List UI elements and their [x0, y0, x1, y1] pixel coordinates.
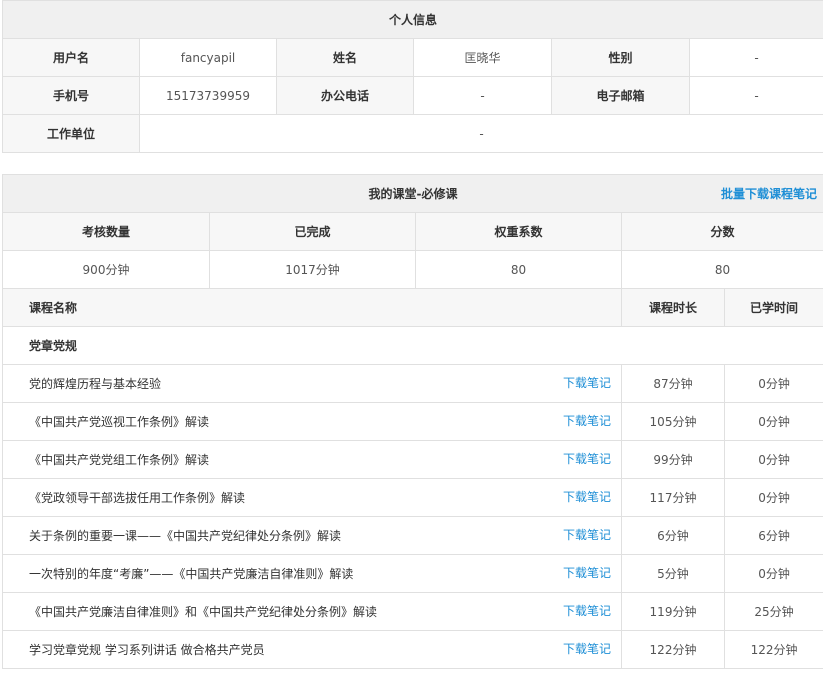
course-name: 学习党章党规 学习系列讲话 做合格共产党员 [29, 643, 265, 657]
course-section-header: 我的课堂-必修课 批量下载课程笔记 [1, 174, 823, 213]
stat-header-required: 考核数量 [2, 212, 210, 251]
course-row: 《党政领导干部选拔任用工作条例》解读 下载笔记 117分钟 0分钟 [2, 478, 823, 517]
download-notes-link[interactable]: 下载笔记 [563, 593, 611, 629]
course-learned: 25分钟 [723, 592, 823, 631]
email-label: 电子邮箱 [551, 76, 690, 115]
course-row: 《中国共产党党组工作条例》解读 下载笔记 99分钟 0分钟 [2, 440, 823, 479]
category-row: 党章党规 [1, 326, 823, 365]
course-duration: 105分钟 [621, 402, 725, 441]
stat-value-score: 80 [620, 250, 823, 289]
course-learned: 0分钟 [723, 478, 823, 517]
phone-label: 手机号 [2, 76, 140, 115]
course-row: 学习党章党规 学习系列讲话 做合格共产党员 下载笔记 122分钟 122分钟 [2, 630, 823, 669]
required-course-table: 我的课堂-必修课 批量下载课程笔记 考核数量 已完成 权重系数 分数 900分钟… [1, 174, 823, 669]
download-notes-link[interactable]: 下载笔记 [563, 631, 611, 667]
course-name-cell: 《中国共产党党组工作条例》解读 下载笔记 [2, 440, 622, 479]
course-name-cell: 《中国共产党廉洁自律准则》和《中国共产党纪律处分条例》解读 下载笔记 [2, 592, 622, 631]
col-header-duration: 课程时长 [621, 288, 725, 327]
course-duration: 117分钟 [621, 478, 725, 517]
course-learned: 0分钟 [723, 364, 823, 403]
personal-info-table: 个人信息 用户名 fancyapil 姓名 匡晓华 性别 - 手机号 15173… [1, 0, 823, 153]
username-label: 用户名 [2, 38, 140, 77]
course-duration: 6分钟 [621, 516, 725, 555]
gender-value: - [688, 38, 823, 77]
course-name-cell: 《中国共产党巡视工作条例》解读 下载笔记 [2, 402, 622, 441]
course-name-cell: 党的辉煌历程与基本经验 下载笔记 [2, 364, 622, 403]
gender-label: 性别 [551, 38, 690, 77]
course-row: 党的辉煌历程与基本经验 下载笔记 87分钟 0分钟 [2, 364, 823, 403]
course-name-cell: 关于条例的重要一课——《中国共产党纪律处分条例》解读 下载笔记 [2, 516, 622, 555]
course-row: 一次特别的年度“考廉”——《中国共产党廉洁自律准则》解读 下载笔记 5分钟 0分钟 [2, 554, 823, 593]
course-name-cell: 学习党章党规 学习系列讲话 做合格共产党员 下载笔记 [2, 630, 622, 669]
download-notes-link[interactable]: 下载笔记 [563, 403, 611, 439]
name-label: 姓名 [276, 38, 414, 77]
course-row: 《中国共产党廉洁自律准则》和《中国共产党纪律处分条例》解读 下载笔记 119分钟 25… [2, 592, 823, 631]
col-header-learned: 已学时间 [723, 288, 823, 327]
course-learned: 0分钟 [723, 402, 823, 441]
course-learned: 122分钟 [723, 630, 823, 669]
course-learned: 0分钟 [723, 554, 823, 593]
stat-value-weight: 80 [415, 250, 622, 289]
download-notes-link[interactable]: 下载笔记 [563, 555, 611, 591]
course-name: 《中国共产党廉洁自律准则》和《中国共产党纪律处分条例》解读 [29, 605, 378, 619]
course-name: 《中国共产党党组工作条例》解读 [29, 453, 210, 467]
course-rows: 党的辉煌历程与基本经验 下载笔记 87分钟 0分钟 《中国共产党巡视工作条例》解读 下载笔… [2, 364, 823, 669]
course-name-cell: 一次特别的年度“考廉”——《中国共产党廉洁自律准则》解读 下载笔记 [2, 554, 622, 593]
stat-header-score: 分数 [620, 212, 823, 251]
course-name: 《中国共产党巡视工作条例》解读 [29, 415, 210, 429]
username-value: fancyapil [139, 38, 277, 77]
course-row: 《中国共产党巡视工作条例》解读 下载笔记 105分钟 0分钟 [2, 402, 823, 441]
col-header-course-name: 课程名称 [2, 288, 622, 327]
download-notes-link[interactable]: 下载笔记 [563, 365, 611, 401]
phone-value: 15173739959 [139, 76, 277, 115]
course-name: 《党政领导干部选拔任用工作条例》解读 [29, 491, 246, 505]
course-duration: 119分钟 [621, 592, 725, 631]
course-learned: 0分钟 [723, 440, 823, 479]
course-row: 关于条例的重要一课——《中国共产党纪律处分条例》解读 下载笔记 6分钟 6分钟 [2, 516, 823, 555]
stat-value-required: 900分钟 [2, 250, 210, 289]
office-phone-label: 办公电话 [276, 76, 414, 115]
stat-header-completed: 已完成 [209, 212, 416, 251]
office-phone-value: - [413, 76, 552, 115]
course-name: 一次特别的年度“考廉”——《中国共产党廉洁自律准则》解读 [29, 567, 354, 581]
download-notes-link[interactable]: 下载笔记 [563, 517, 611, 553]
stat-header-weight: 权重系数 [415, 212, 622, 251]
download-notes-link[interactable]: 下载笔记 [563, 479, 611, 515]
course-name: 关于条例的重要一课——《中国共产党纪律处分条例》解读 [29, 529, 342, 543]
personal-info-title: 个人信息 [1, 0, 823, 39]
workplace-label: 工作单位 [2, 114, 140, 153]
course-name-cell: 《党政领导干部选拔任用工作条例》解读 下载笔记 [2, 478, 622, 517]
course-duration: 87分钟 [621, 364, 725, 403]
name-value: 匡晓华 [413, 38, 552, 77]
batch-download-notes-link[interactable]: 批量下载课程笔记 [721, 175, 817, 213]
course-duration: 5分钟 [621, 554, 725, 593]
course-section-title: 我的课堂-必修课 [368, 187, 458, 201]
course-duration: 122分钟 [621, 630, 725, 669]
course-name: 党的辉煌历程与基本经验 [29, 377, 162, 391]
course-duration: 99分钟 [621, 440, 725, 479]
stat-value-completed: 1017分钟 [209, 250, 416, 289]
download-notes-link[interactable]: 下载笔记 [563, 441, 611, 477]
workplace-value: - [138, 114, 823, 153]
course-learned: 6分钟 [723, 516, 823, 555]
email-value: - [688, 76, 823, 115]
